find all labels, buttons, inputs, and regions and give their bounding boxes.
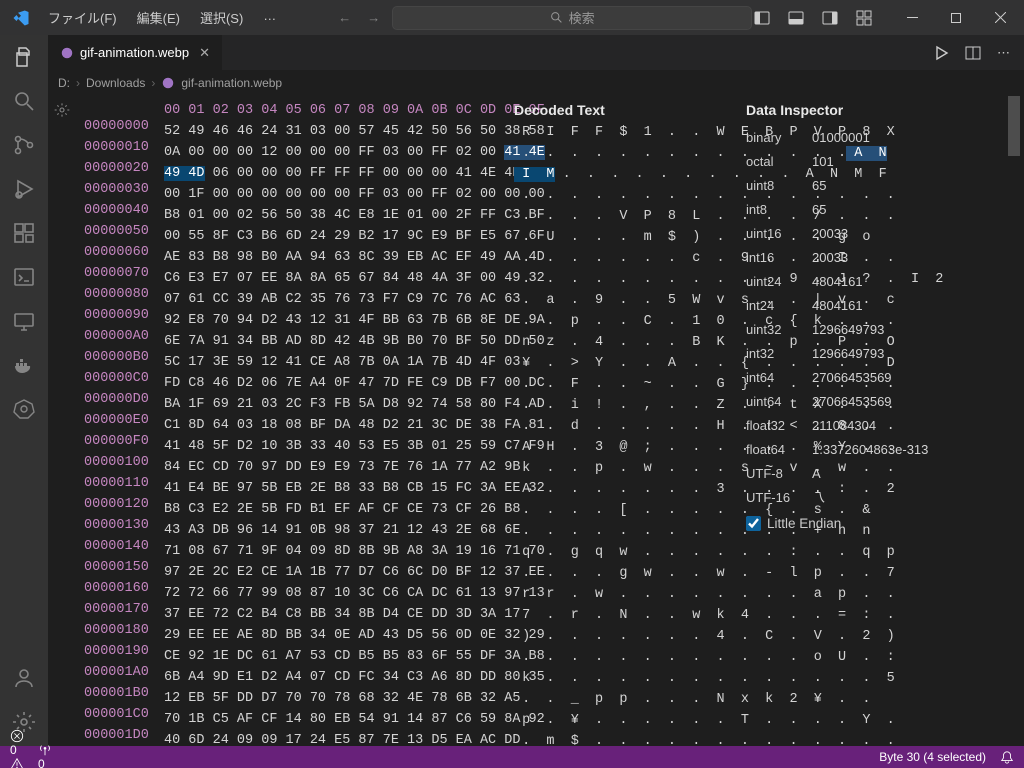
menu-bar: ファイル(F) 編集(E) 選択(S) … xyxy=(40,4,284,31)
search-placeholder: 検索 xyxy=(569,8,595,27)
more-actions-icon[interactable]: ⋯ xyxy=(997,45,1010,61)
menu-select[interactable]: 選択(S) xyxy=(192,4,251,31)
customize-layout-icon[interactable] xyxy=(856,10,872,26)
remote-icon[interactable] xyxy=(12,309,36,333)
inspector-row-UTF-16[interactable]: UTF-16乁 xyxy=(746,485,1006,509)
search-icon[interactable] xyxy=(12,89,36,113)
file-type-icon xyxy=(60,46,74,60)
hex-editor[interactable]: 00000000 00000010 00000020 00000030 0000… xyxy=(48,96,1024,746)
inspector-row-uint16[interactable]: uint1620033 xyxy=(746,221,1006,245)
nav-arrows: ← → xyxy=(338,10,380,25)
explorer-icon[interactable] xyxy=(12,45,36,69)
titlebar: ファイル(F) 編集(E) 選択(S) … ← → 検索 xyxy=(0,0,1024,35)
inspector-row-float32[interactable]: float32211084304 xyxy=(746,413,1006,437)
editor-tabs: gif-animation.webp ✕ ⋯ xyxy=(48,35,1024,70)
extensions-icon[interactable] xyxy=(12,221,36,245)
inspector-row-int24[interactable]: int244804161 xyxy=(746,293,1006,317)
bytes-column[interactable]: 00 01 02 03 04 05 06 07 08 09 0A 0B 0C 0… xyxy=(164,100,504,746)
search-icon xyxy=(550,11,563,24)
menu-more[interactable]: … xyxy=(255,4,284,31)
bytes-header: 00 01 02 03 04 05 06 07 08 09 0A 0B 0C 0… xyxy=(164,100,504,121)
kubernetes-icon[interactable] xyxy=(12,397,36,421)
scrollbar[interactable] xyxy=(1010,96,1022,746)
docker-icon[interactable] xyxy=(12,353,36,377)
data-inspector: Data Inspector binary01000001octal101uin… xyxy=(746,100,1006,534)
bell-icon[interactable] xyxy=(1000,750,1014,764)
nav-back-icon[interactable]: ← xyxy=(338,10,351,25)
breadcrumb-file[interactable]: gif-animation.webp xyxy=(181,76,282,90)
inspector-row-float64[interactable]: float641.3372604863e-313 xyxy=(746,437,1006,461)
toggle-secondary-sidebar-icon[interactable] xyxy=(822,10,838,26)
breadcrumbs[interactable]: D: › Downloads › gif-animation.webp xyxy=(48,70,1024,96)
source-control-icon[interactable] xyxy=(12,133,36,157)
error-icon xyxy=(10,729,24,743)
accounts-icon[interactable] xyxy=(12,666,36,690)
split-editor-icon[interactable] xyxy=(965,45,981,61)
inspector-row-octal[interactable]: octal101 xyxy=(746,149,1006,173)
decoded-text-title: Decoded Text xyxy=(514,100,754,121)
layout-controls xyxy=(754,10,872,26)
decoded-column: Decoded Text R I F F $ 1 . . W E B P V P… xyxy=(514,100,754,746)
window-minimize-icon[interactable] xyxy=(892,4,932,32)
little-endian-toggle[interactable]: Little Endian xyxy=(746,513,1006,534)
menu-file[interactable]: ファイル(F) xyxy=(40,4,125,31)
chevron-right-icon: › xyxy=(151,76,155,90)
inspector-row-int64[interactable]: int6427066453569 xyxy=(746,365,1006,389)
nav-forward-icon[interactable]: → xyxy=(367,10,380,25)
inspector-row-UTF-8[interactable]: UTF-8A xyxy=(746,461,1006,485)
close-icon[interactable]: ✕ xyxy=(199,45,210,61)
status-bar: 0 0 0 Byte 30 (4 selected) xyxy=(0,746,1024,768)
vscode-logo-icon xyxy=(12,9,30,27)
window-close-icon[interactable] xyxy=(980,4,1020,32)
inspector-row-int16[interactable]: int1620033 xyxy=(746,245,1006,269)
tab-filename: gif-animation.webp xyxy=(80,45,189,60)
warning-icon xyxy=(10,757,24,768)
file-type-icon xyxy=(161,76,175,90)
status-ports[interactable]: 0 xyxy=(38,743,52,768)
run-icon[interactable] xyxy=(933,45,949,61)
inspector-row-uint32[interactable]: uint321296649793 xyxy=(746,317,1006,341)
toggle-panel-icon[interactable] xyxy=(788,10,804,26)
inspector-row-uint8[interactable]: uint865 xyxy=(746,173,1006,197)
status-errors[interactable]: 0 0 xyxy=(10,729,24,768)
inspector-row-int8[interactable]: int865 xyxy=(746,197,1006,221)
breadcrumb-folder[interactable]: Downloads xyxy=(86,76,145,90)
tab-gif-animation[interactable]: gif-animation.webp ✕ xyxy=(48,35,223,70)
inspector-row-uint64[interactable]: uint6427066453569 xyxy=(746,389,1006,413)
scrollbar-thumb[interactable] xyxy=(1008,96,1020,156)
terminal-icon[interactable] xyxy=(12,265,36,289)
run-debug-icon[interactable] xyxy=(12,177,36,201)
window-controls xyxy=(892,4,1020,32)
window-maximize-icon[interactable] xyxy=(936,4,976,32)
menu-edit[interactable]: 編集(E) xyxy=(129,4,188,31)
status-selection[interactable]: Byte 30 (4 selected) xyxy=(879,750,986,764)
inspector-row-int32[interactable]: int321296649793 xyxy=(746,341,1006,365)
command-center-search[interactable]: 検索 xyxy=(392,6,752,30)
chevron-right-icon: › xyxy=(76,76,80,90)
hex-settings-gear-icon[interactable] xyxy=(54,100,76,746)
editor-tab-actions: ⋯ xyxy=(933,35,1024,70)
toggle-primary-sidebar-icon[interactable] xyxy=(754,10,770,26)
inspector-row-uint24[interactable]: uint244804161 xyxy=(746,269,1006,293)
offset-column: 00000000 00000010 00000020 00000030 0000… xyxy=(84,100,156,746)
inspector-title: Data Inspector xyxy=(746,100,1006,121)
inspector-row-binary[interactable]: binary01000001 xyxy=(746,125,1006,149)
little-endian-label: Little Endian xyxy=(767,513,841,534)
editor-area: gif-animation.webp ✕ ⋯ D: › Downloads › … xyxy=(48,35,1024,746)
little-endian-checkbox[interactable] xyxy=(746,516,761,531)
activity-bar xyxy=(0,35,48,746)
breadcrumb-root[interactable]: D: xyxy=(58,76,70,90)
